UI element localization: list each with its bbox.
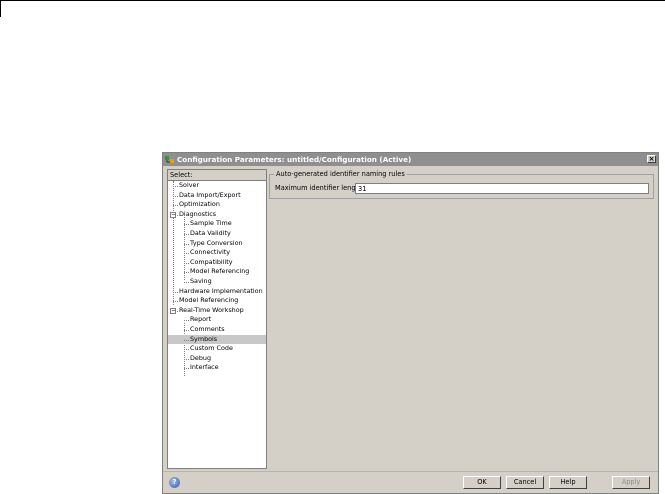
close-icon: × [648,155,655,163]
tree-branch [184,262,189,264]
tree-branch [184,253,189,255]
tree-item-label: Type Conversion [190,238,243,247]
tree-item-type-conversion[interactable]: Type Conversion [168,239,266,249]
window-title: Configuration Parameters: untitled/Confi… [177,155,412,164]
tree-item-debug[interactable]: Debug [168,354,266,364]
tree-item-label: Model Referencing [179,296,239,305]
tree-branch [173,186,178,187]
tree-branch [184,329,189,331]
tree-item-report[interactable]: Report [168,315,266,325]
tree-branch [184,339,189,341]
page-left-tick [0,0,1,17]
close-button[interactable]: × [647,155,656,163]
ok-button[interactable]: OK [463,476,501,489]
tree-item-data-validity[interactable]: Data Validity [168,229,266,239]
collapse-icon[interactable]: − [170,211,176,218]
page-top-rule [0,0,665,1]
tree-item-label: Interface [190,363,219,372]
tree-item-label: Solver [179,181,200,189]
app-icon [165,156,174,163]
tree-item-label: Data Import/Export [179,190,241,199]
group-title: Auto-generated identifier naming rules [274,170,407,179]
tree-item-data-import-export[interactable]: Data Import/Export [168,191,266,201]
tree-branch [184,272,189,274]
tree-item-custom-code[interactable]: Custom Code [168,344,266,354]
tree-item-saving[interactable]: Saving [168,277,266,287]
tree-branch [184,349,189,351]
tree-item-diagnostics[interactable]: − Diagnostics [168,210,266,220]
tree-branch [184,224,189,226]
tree-item-model-referencing[interactable]: Model Referencing [168,267,266,277]
tree-branch [173,301,178,303]
tree-item-interface[interactable]: Interface [168,363,266,373]
tree-branch [184,233,189,235]
tree-item-compatibility[interactable]: Compatibility [168,258,266,268]
tree-branch [184,358,189,360]
tree-branch [184,320,189,322]
navigation-tree-panel: Select: Solver Data Import/Export Optimiza… [167,169,267,469]
tree-branch [173,205,178,207]
tree-item-label: Comments [190,324,225,333]
title-bar[interactable]: Configuration Parameters: untitled/Confi… [163,153,658,166]
tree-item-label: Model Referencing [190,267,250,276]
tree-item-label: Sample Time [190,219,232,228]
tree-item-label: Custom Code [190,344,233,353]
tree-branch [184,243,189,245]
tree-item-label: Symbols [190,334,218,343]
footer-separator [163,471,658,472]
tree-item-connectivity[interactable]: Connectivity [168,248,266,258]
tree-item-real-time-workshop[interactable]: − Real-Time Workshop [168,306,266,316]
tree-item-label: Debug [190,353,212,362]
tree-item-label: Compatibility [190,257,233,266]
help-glyph: ? [172,478,177,486]
cancel-button[interactable]: Cancel [506,476,544,489]
tree-item-model-referencing[interactable]: Model Referencing [168,296,266,306]
tree-branch [173,291,178,293]
config-parameters-dialog: Configuration Parameters: untitled/Confi… [162,152,659,494]
select-header: Select: [168,170,266,181]
help-icon[interactable]: ? [169,477,180,488]
tree-branch [184,281,189,283]
tree-item-label: Optimization [179,200,220,209]
max-identifier-length-label: Maximum identifier length: [275,184,365,192]
tree-branch [184,368,189,370]
tree-item-symbols[interactable]: Symbols [168,334,266,345]
tree-item-label: Connectivity [190,248,231,257]
apply-button[interactable]: Apply [612,476,650,489]
config-tree: Solver Data Import/Export Optimization − Dia… [168,181,266,376]
max-identifier-length-input[interactable] [355,183,649,194]
tree-item-label: Diagnostics [179,209,217,218]
tree-item-hardware-implementation[interactable]: Hardware Implementation [168,287,266,297]
tree-item-comments[interactable]: Comments [168,325,266,335]
tree-item-label: Report [190,315,212,324]
help-button[interactable]: Help [549,476,587,489]
identifier-naming-group: Auto-generated identifier naming rules M… [269,170,654,199]
collapse-icon[interactable]: − [170,307,176,314]
tree-item-label: Hardware Implementation [179,286,263,295]
tree-item-label: Saving [190,276,212,285]
tree-item-solver[interactable]: Solver [168,181,266,191]
tree-item-label: Real-Time Workshop [179,305,244,314]
select-label: Select: [170,171,193,179]
tree-item-label: Data Validity [190,228,231,237]
tree-item-sample-time[interactable]: Sample Time [168,219,266,229]
tree-item-optimization[interactable]: Optimization [168,200,266,210]
tree-branch [173,195,178,197]
